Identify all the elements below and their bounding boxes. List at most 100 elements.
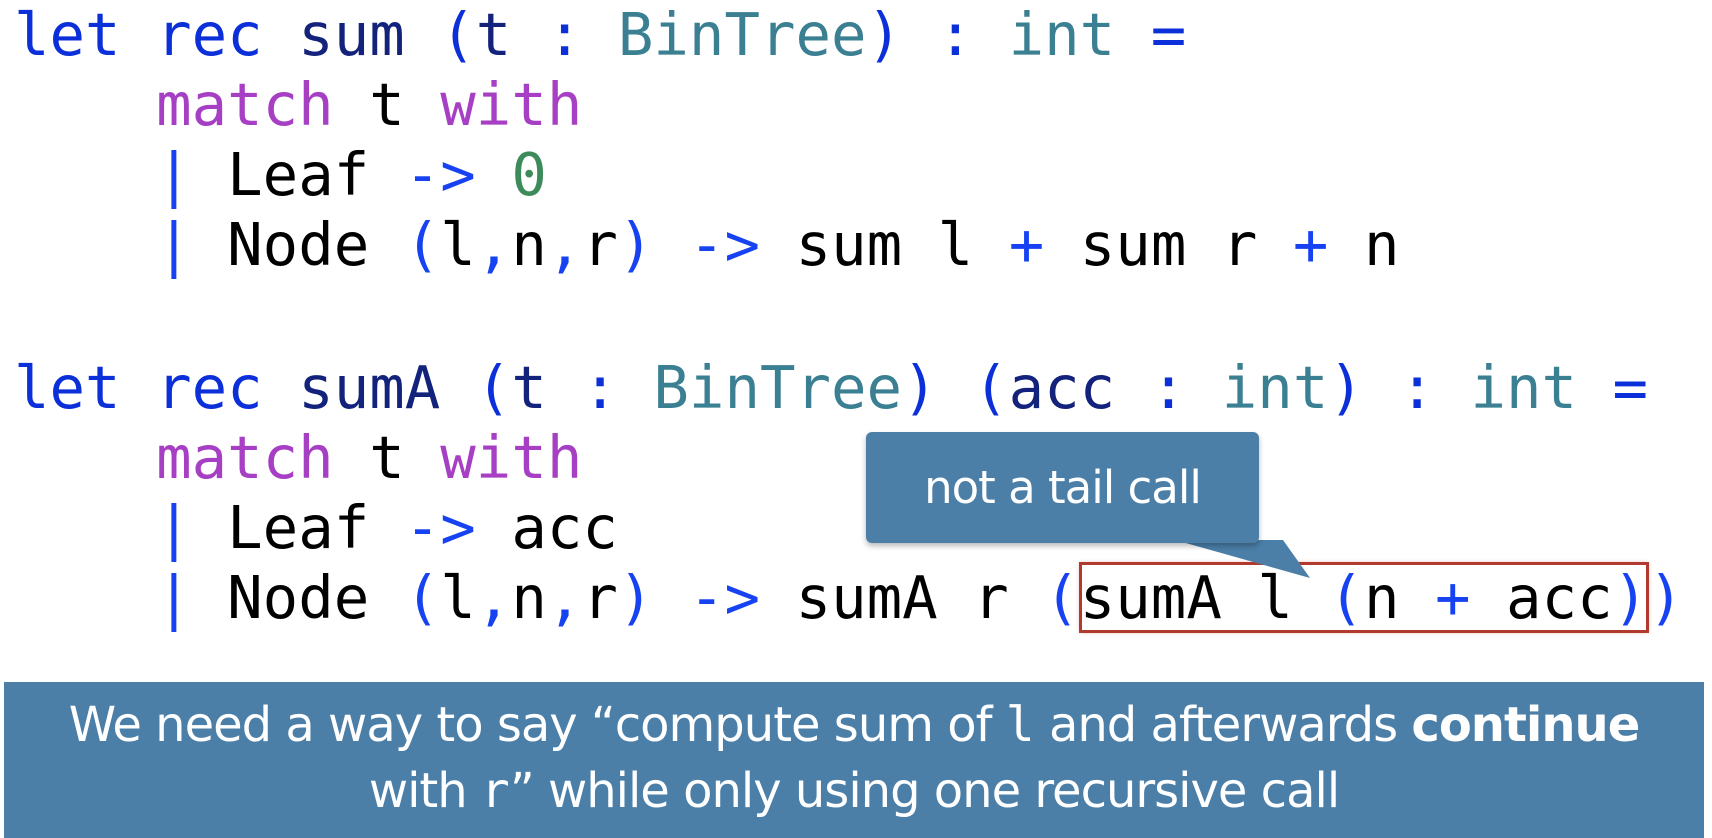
banner-line-2: with r” while only using one recursive c… (4, 758, 1704, 824)
suma-code-line: | Node (l,n,r) -> sumA r (sumA l (n + ac… (14, 562, 1684, 633)
code-token: | (156, 563, 192, 632)
code-token: sumA r (760, 563, 1045, 632)
code-token: : (582, 353, 654, 422)
code-token: ( (404, 210, 441, 279)
banner-bold-continue: continue (1411, 697, 1640, 753)
code-token: n (511, 210, 547, 279)
code-token: int (1470, 353, 1578, 422)
banner-text: and afterwards (1034, 697, 1412, 753)
code-token: acc (1470, 563, 1613, 632)
code-token: , (475, 210, 512, 279)
code-token: ) : (1328, 353, 1471, 422)
code-token: -> (689, 210, 761, 279)
code-token: r (582, 563, 618, 632)
code-token: t (511, 353, 583, 422)
code-token: | (156, 210, 192, 279)
code-token: BinTree (653, 353, 903, 422)
code-token: acc (1008, 353, 1151, 422)
code-token: sum (298, 0, 441, 69)
sum-code-line: | Leaf -> 0 (14, 140, 1399, 210)
code-token: + (1008, 210, 1045, 279)
code-token: ) (617, 210, 654, 279)
code-token: , (546, 563, 583, 632)
code-token: int (1008, 0, 1116, 69)
suma-code-line: | Leaf -> acc (14, 493, 1684, 563)
sum-code-line: | Node (l,n,r) -> sum l + sum r + n (14, 210, 1399, 280)
code-token: , (546, 210, 583, 279)
code-token: let rec (14, 353, 299, 422)
callout-not-tail-call: not a tail call (866, 432, 1259, 543)
code-token: -> (404, 493, 476, 562)
code-token: ( (1328, 563, 1364, 632)
code-token: n (1363, 563, 1435, 632)
code-token: let rec (14, 0, 299, 69)
code-block-suma: let rec sumA (t : BinTree) (acc : int) :… (14, 353, 1684, 633)
code-token: acc (475, 493, 618, 562)
code-token: -> (689, 563, 761, 632)
callout-text: not a tail call (924, 461, 1202, 514)
code-token: ( (475, 353, 512, 422)
code-token: = (1115, 0, 1187, 69)
banner-text: We need a way to say “compute sum of (68, 697, 1006, 753)
code-token: 0 (511, 140, 547, 209)
code-token: : (1150, 353, 1222, 422)
code-token: | (156, 493, 192, 562)
code-token: l (440, 210, 476, 279)
code-token: , (475, 563, 512, 632)
code-token: + (1292, 210, 1329, 279)
code-token: l (440, 563, 476, 632)
sum-code-line: let rec sum (t : BinTree) : int = (14, 0, 1399, 70)
code-token: r (582, 210, 618, 279)
non-tail-call-highlight: sumA l (n + acc) (1078, 562, 1650, 633)
suma-code-line: match t with (14, 423, 1684, 493)
banner-line-1: We need a way to say “compute sum of l a… (4, 692, 1704, 758)
explanation-banner: We need a way to say “compute sum of l a… (4, 682, 1704, 838)
code-token: t (475, 0, 547, 69)
sum-code-line: match t with (14, 70, 1399, 140)
code-token: match (156, 423, 334, 492)
banner-text: ” while only using one recursive call (509, 763, 1340, 819)
banner-code-l: l (1005, 697, 1035, 753)
code-token: -> (404, 140, 476, 209)
code-token: int (1221, 353, 1329, 422)
code-token: ( (440, 0, 476, 69)
code-token: + (1435, 563, 1471, 632)
code-token: ) : (866, 0, 1009, 69)
code-token: Node (191, 210, 405, 279)
code-token: sum l (760, 210, 1009, 279)
code-token: n (1328, 210, 1400, 279)
code-token: with (440, 423, 583, 492)
code-token: ( (404, 563, 441, 632)
banner-code-r: r (480, 763, 510, 819)
code-token: ) (1612, 563, 1649, 632)
callout-pointer (1175, 540, 1310, 578)
code-token: = (1577, 353, 1649, 422)
code-token: match (156, 70, 334, 139)
code-token: Leaf (191, 493, 405, 562)
code-token: ) (617, 563, 654, 632)
code-token: ) ( (902, 353, 1009, 422)
code-token: ) (1648, 563, 1684, 632)
banner-text: with (368, 763, 481, 819)
code-token: Node (191, 563, 405, 632)
code-block-sum: let rec sum (t : BinTree) : int = match … (14, 0, 1399, 280)
code-token: sumA (298, 353, 476, 422)
code-token: BinTree (617, 0, 867, 69)
code-token: n (511, 563, 547, 632)
code-token: Leaf (191, 140, 405, 209)
code-token: t (333, 423, 441, 492)
code-token: | (156, 140, 192, 209)
code-token: sum r (1044, 210, 1293, 279)
code-token: t (333, 70, 441, 139)
code-token: ( (1044, 563, 1080, 632)
suma-code-line: let rec sumA (t : BinTree) (acc : int) :… (14, 353, 1684, 423)
